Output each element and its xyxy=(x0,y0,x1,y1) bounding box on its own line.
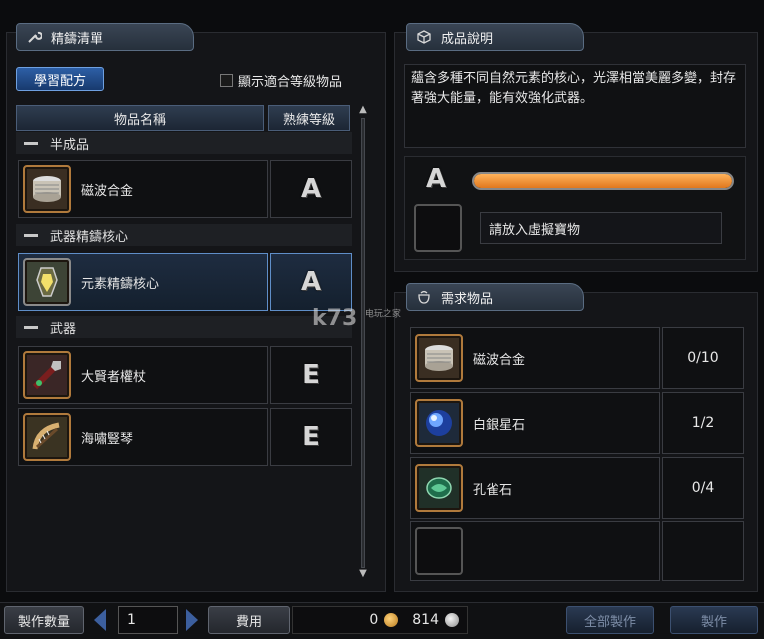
silver-amount: 814 xyxy=(412,612,439,628)
bag-icon xyxy=(415,288,433,306)
product-header: 成品說明 xyxy=(406,23,584,51)
required-item[interactable]: 孔雀石 xyxy=(410,457,660,519)
recipe-item[interactable]: 海嘯豎琴 xyxy=(18,408,268,466)
category-row[interactable]: 武器精鑄核心 xyxy=(16,224,352,246)
core-crystal-icon xyxy=(23,258,71,306)
silver-coin-icon xyxy=(445,613,459,627)
craft-progress-bar xyxy=(472,172,734,190)
recipe-grade-cell: E xyxy=(270,346,352,404)
watermark-sub: 电玩之家 xyxy=(364,309,401,320)
required-item-count: 0/4 xyxy=(662,457,744,519)
scepter-icon xyxy=(23,351,71,399)
required-item-name: 白銀星石 xyxy=(473,417,526,433)
quantity-label-button: 製作數量 xyxy=(4,606,84,634)
grade-badge: A xyxy=(300,174,322,204)
recipe-grade-cell: E xyxy=(270,408,352,466)
required-item-name: 孔雀石 xyxy=(473,482,513,498)
scroll-track[interactable] xyxy=(361,118,365,568)
decrease-quantity-icon[interactable] xyxy=(94,609,106,631)
alloy-icon xyxy=(23,165,71,213)
required-item-count: 0/10 xyxy=(662,327,744,389)
category-label: 武器精鑄核心 xyxy=(50,229,129,245)
requirements-title: 需求物品 xyxy=(441,291,494,307)
collapse-icon[interactable] xyxy=(24,141,38,145)
fee-display: 0 814 xyxy=(292,606,468,634)
recipe-grade-cell: A xyxy=(270,160,352,218)
collapse-icon[interactable] xyxy=(24,233,38,237)
category-row[interactable]: 武器 xyxy=(16,316,352,338)
recipe-item-name: 海嘯豎琴 xyxy=(81,431,134,447)
quantity-input[interactable]: 1 xyxy=(118,606,178,634)
recipe-item-name: 大賢者權杖 xyxy=(81,369,147,385)
recipe-grade-cell: A xyxy=(270,253,352,311)
green-gem-icon xyxy=(415,464,463,512)
watermark-text: k73 xyxy=(312,306,358,331)
product-title: 成品說明 xyxy=(441,31,494,47)
virtual-item-slot[interactable] xyxy=(414,204,462,252)
recipe-item[interactable]: 大賢者權杖 xyxy=(18,346,268,404)
category-row[interactable]: 半成品 xyxy=(16,132,352,154)
box-icon xyxy=(415,28,433,46)
empty-slot[interactable] xyxy=(415,527,463,575)
product-description: 蘊含多種不同自然元素的核心，光澤相當美麗多變，封存著強大能量，能有效強化武器。 xyxy=(404,64,746,148)
recipe-list-header: 精鑄清單 xyxy=(16,23,194,51)
craft-all-button[interactable]: 全部製作 xyxy=(566,606,654,634)
recipe-list-title: 精鑄清單 xyxy=(51,31,104,47)
blue-orb-icon xyxy=(415,399,463,447)
grade-badge: E xyxy=(302,360,320,390)
show-level-checkbox[interactable] xyxy=(220,74,233,87)
category-label: 武器 xyxy=(50,321,77,337)
required-item-count: 1/2 xyxy=(662,392,744,454)
category-label: 半成品 xyxy=(50,137,90,153)
required-item[interactable]: 白銀星石 xyxy=(410,392,660,454)
grade-badge: A xyxy=(300,267,322,297)
recipe-item-name: 元素精鑄核心 xyxy=(81,276,160,292)
gold-coin-icon xyxy=(384,613,399,627)
gold-amount: 0 xyxy=(369,612,379,628)
show-level-items-toggle[interactable]: 顯示適合等級物品 xyxy=(220,71,342,90)
recipe-list-scrollbar[interactable]: ▲ ▼ xyxy=(356,104,370,582)
column-item-name[interactable]: 物品名稱 xyxy=(16,105,264,131)
scroll-down-icon[interactable]: ▼ xyxy=(356,568,370,580)
recipe-item-selected[interactable]: 元素精鑄核心 xyxy=(18,253,268,311)
recipe-item[interactable]: 磁波合金 xyxy=(18,160,268,218)
wrench-icon xyxy=(25,28,43,46)
column-skill-level[interactable]: 熟練等級 xyxy=(268,105,350,131)
harp-icon xyxy=(23,413,71,461)
required-item[interactable]: 磁波合金 xyxy=(410,327,660,389)
learn-recipe-button[interactable]: 學習配方 xyxy=(16,67,104,91)
fee-label: 費用 xyxy=(208,606,290,634)
requirements-header: 需求物品 xyxy=(406,283,584,311)
progress-fill xyxy=(474,174,732,188)
virtual-item-label: 請放入虛擬寶物 xyxy=(480,212,722,244)
craft-button[interactable]: 製作 xyxy=(670,606,758,634)
show-level-label: 顯示適合等級物品 xyxy=(238,75,343,90)
scroll-up-icon[interactable]: ▲ xyxy=(356,104,370,116)
required-item-count-empty xyxy=(662,521,744,581)
recipe-item-name: 磁波合金 xyxy=(81,183,134,199)
required-item-name: 磁波合金 xyxy=(473,352,526,368)
increase-quantity-icon[interactable] xyxy=(186,609,198,631)
site-watermark: k73 电玩之家 xyxy=(312,306,401,331)
product-grade-badge: A xyxy=(426,164,447,194)
alloy-icon xyxy=(415,334,463,382)
collapse-icon[interactable] xyxy=(24,325,38,329)
grade-badge: E xyxy=(302,422,320,452)
required-item-empty[interactable] xyxy=(410,521,660,581)
